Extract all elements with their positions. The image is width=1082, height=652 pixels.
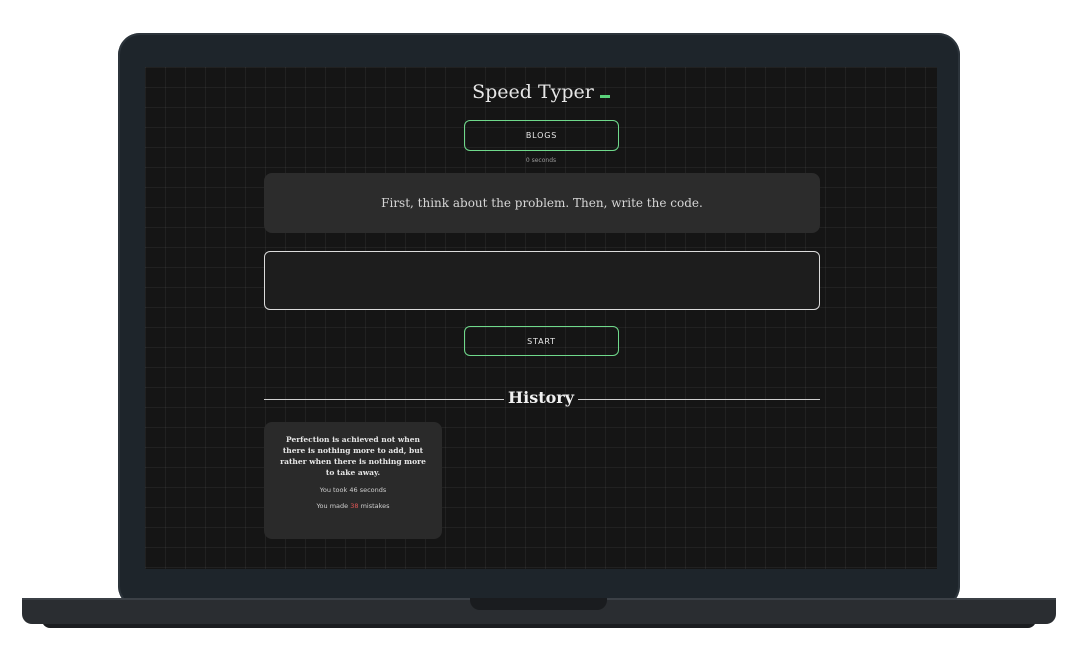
history-mistakes-value: 38 [350,502,359,510]
history-divider-right [578,399,820,400]
history-time-prefix: You took [319,486,350,494]
laptop-notch [470,598,607,610]
prompt-quote-panel: First, think about the problem. Then, wr… [264,173,820,233]
history-card-time: You took 46 seconds [276,486,430,495]
start-button-label: START [527,336,556,346]
history-time-value: 46 [349,486,358,494]
prompt-quote-text: First, think about the problem. Then, wr… [381,196,703,210]
app-title-text: Speed Typer [472,81,594,103]
mode-button-label: BLOGS [525,131,558,140]
start-button[interactable]: START [464,326,619,356]
mode-button[interactable]: BLOGS [464,120,619,151]
cursor-icon [599,95,610,98]
app-title: Speed Typer [145,81,937,103]
app-screen: Speed Typer BLOGS 0 seconds First, think… [145,67,937,569]
history-card: Perfection is achieved not when there is… [264,422,442,539]
history-mistakes-suffix: mistakes [358,502,390,510]
history-card-mistakes: You made 38 mistakes [276,502,430,511]
history-card-quote: Perfection is achieved not when there is… [280,435,426,477]
typing-input[interactable] [264,251,820,310]
history-title: History [508,388,574,407]
mode-sublabel: 0 seconds [525,157,557,164]
history-time-suffix: seconds [357,486,387,494]
history-mistakes-prefix: You made [316,502,351,510]
